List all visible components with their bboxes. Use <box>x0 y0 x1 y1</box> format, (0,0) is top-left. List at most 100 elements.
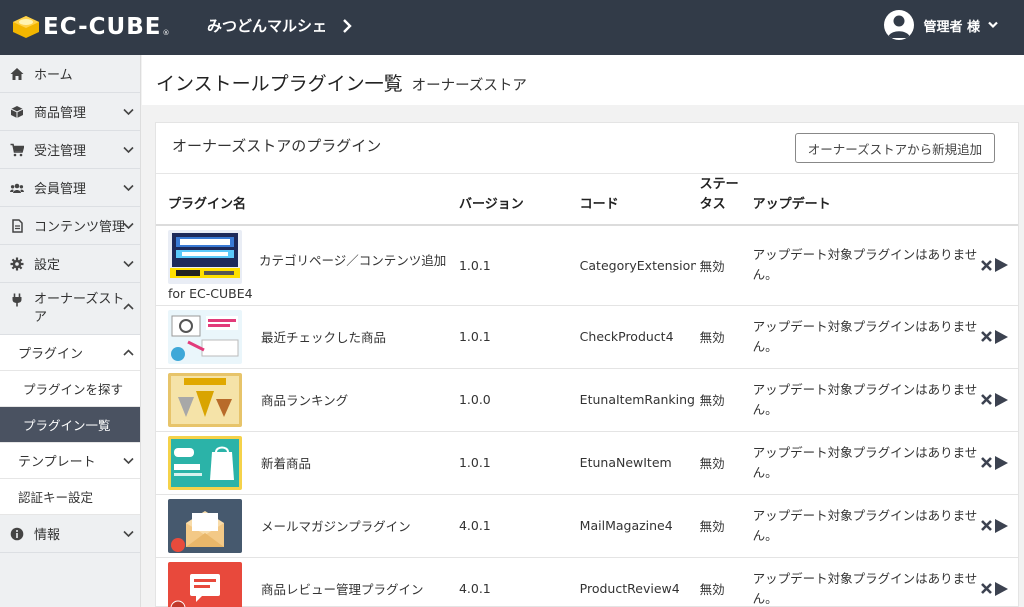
column-header-code: コード <box>579 174 700 226</box>
update-cell: アップデート対象プラグインはありません。 <box>752 557 980 607</box>
thumb-mail-magazine <box>168 498 242 553</box>
plugin-name: 最近チェックした商品 <box>255 305 456 369</box>
sidebar-item-label: 認証キー設定 <box>18 490 94 505</box>
sidebar-item-label: オーナーズストア <box>34 292 125 325</box>
chevron-right-icon <box>343 18 352 33</box>
play-icon[interactable] <box>993 257 1009 273</box>
delete-icon[interactable] <box>980 259 993 272</box>
logo-reg: ® <box>162 29 170 37</box>
shop-link[interactable]: みつどんマルシェ <box>207 15 353 36</box>
chevron-down-icon <box>123 530 134 537</box>
plugin-name-cell: カテゴリページ／コンテンツ追加 for EC-CUBE4 <box>156 225 456 306</box>
plugin-name-continued: for EC-CUBE4 <box>168 285 253 301</box>
sidebar-item-template[interactable]: テンプレート <box>0 443 140 479</box>
plugin-name: メールマガジンプラグイン <box>255 494 456 558</box>
actions-cell <box>979 368 1018 432</box>
delete-icon[interactable] <box>980 582 993 595</box>
delete-icon[interactable] <box>980 519 993 532</box>
box-icon <box>10 105 24 118</box>
sidebar-item-auth-key[interactable]: 認証キー設定 <box>0 479 140 515</box>
chevron-down-icon <box>123 260 134 267</box>
thumb-cell <box>156 431 256 495</box>
column-header-status: ステータス <box>699 174 753 226</box>
delete-icon[interactable] <box>980 456 993 469</box>
user-name: 管理者 様 <box>923 19 980 35</box>
sidebar-item-label: プラグインを探す <box>23 382 124 397</box>
table-row: 商品レビュー管理プラグイン 4.0.1 ProductReview4 無効 アッ… <box>156 557 1018 607</box>
play-icon[interactable] <box>993 518 1009 534</box>
plugin-card: オーナーズストアのプラグイン オーナーズストアから新規追加 プラグイン名 バージ… <box>155 122 1019 607</box>
table-row: メールマガジンプラグイン 4.0.1 MailMagazine4 無効 アップデ… <box>156 494 1018 558</box>
chevron-down-icon <box>123 457 134 464</box>
play-icon[interactable] <box>993 455 1009 471</box>
code-cell: CheckProduct4 <box>579 305 700 369</box>
sidebar-item-label: 商品管理 <box>34 106 87 121</box>
play-icon[interactable] <box>993 392 1009 408</box>
sidebar-item-label: 会員管理 <box>34 182 87 197</box>
card-title: オーナーズストアのプラグイン <box>172 137 382 155</box>
update-cell: アップデート対象プラグインはありません。 <box>752 494 980 558</box>
sidebar-item-label: 設定 <box>34 258 61 273</box>
shop-name: みつどんマルシェ <box>207 17 328 35</box>
sidebar-item-label: ホーム <box>34 68 73 83</box>
status-cell: 無効 <box>699 368 753 432</box>
sidebar-item-contents[interactable]: コンテンツ管理 <box>0 207 140 245</box>
chevron-down-icon <box>123 146 134 153</box>
update-cell: アップデート対象プラグインはありません。 <box>752 305 980 369</box>
play-icon[interactable] <box>993 329 1009 345</box>
update-cell: アップデート対象プラグインはありません。 <box>752 431 980 495</box>
sidebar-item-label: プラグイン一覧 <box>23 418 111 433</box>
version-cell: 4.0.1 <box>455 494 580 558</box>
code-cell: ProductReview4 <box>579 557 700 607</box>
gear-icon <box>10 257 24 270</box>
chevron-down-icon <box>988 21 998 29</box>
ec-cube-logo[interactable]: EC-CUBE ® <box>12 13 169 41</box>
user-icon <box>888 15 911 38</box>
sidebar-item-plugin[interactable]: プラグイン <box>0 335 140 371</box>
table-row: 新着商品 1.0.1 EtunaNewItem 無効 アップデート対象プラグイン… <box>156 431 1018 495</box>
code-cell: CategoryExtensionB <box>579 225 700 306</box>
sidebar-item-products[interactable]: 商品管理 <box>0 93 140 131</box>
status-cell: 無効 <box>699 494 753 558</box>
delete-icon[interactable] <box>980 330 993 343</box>
plugin-name: カテゴリページ／コンテンツ追加 <box>259 252 447 268</box>
add-from-store-button[interactable]: オーナーズストアから新規追加 <box>795 133 995 163</box>
users-icon <box>10 183 24 193</box>
sidebar-item-info[interactable]: 情報 <box>0 515 140 553</box>
plug-icon <box>12 293 22 307</box>
table-row: 最近チェックした商品 1.0.1 CheckProduct4 無効 アップデート… <box>156 305 1018 369</box>
update-cell: アップデート対象プラグインはありません。 <box>752 225 980 306</box>
chevron-down-icon <box>123 184 134 191</box>
sidebar-item-members[interactable]: 会員管理 <box>0 169 140 207</box>
actions-cell <box>979 305 1018 369</box>
column-header-name: プラグイン名 <box>156 174 456 226</box>
actions-cell <box>979 557 1018 607</box>
status-cell: 無効 <box>699 431 753 495</box>
status-cell: 無効 <box>699 225 753 306</box>
code-cell: EtunaNewItem <box>579 431 700 495</box>
code-cell: MailMagazine4 <box>579 494 700 558</box>
page-subtitle: オーナーズストア <box>411 78 527 94</box>
user-menu[interactable]: 管理者 様 <box>884 10 998 40</box>
sidebar-item-settings[interactable]: 設定 <box>0 245 140 283</box>
sidebar-item-find-plugin[interactable]: プラグインを探す <box>0 371 140 407</box>
delete-icon[interactable] <box>980 393 993 406</box>
table-row: カテゴリページ／コンテンツ追加 for EC-CUBE4 1.0.1 Categ… <box>156 225 1018 306</box>
sidebar-item-label: 情報 <box>34 528 61 543</box>
table-header-row: プラグイン名 バージョン コード ステータス アップデート <box>156 174 1018 226</box>
status-cell: 無効 <box>699 557 753 607</box>
play-icon[interactable] <box>993 581 1009 597</box>
sidebar-item-plugin-list[interactable]: プラグイン一覧 <box>0 407 140 443</box>
owners-store-submenu: プラグイン プラグインを探す プラグイン一覧 テンプレート 認証キー設定 <box>0 335 140 515</box>
home-icon <box>10 67 24 80</box>
code-cell: EtunaItemRanking <box>579 368 700 432</box>
sidebar-item-orders[interactable]: 受注管理 <box>0 131 140 169</box>
sidebar-item-label: テンプレート <box>18 455 96 470</box>
version-cell: 1.0.1 <box>455 431 580 495</box>
actions-cell <box>979 431 1018 495</box>
sidebar-item-owners-store[interactable]: オーナーズストア <box>0 283 140 335</box>
sidebar-item-home[interactable]: ホーム <box>0 55 140 93</box>
actions-cell <box>979 225 1018 306</box>
thumb-ranking <box>168 372 242 427</box>
top-bar: EC-CUBE ® みつどんマルシェ 管理者 様 <box>0 0 1024 55</box>
